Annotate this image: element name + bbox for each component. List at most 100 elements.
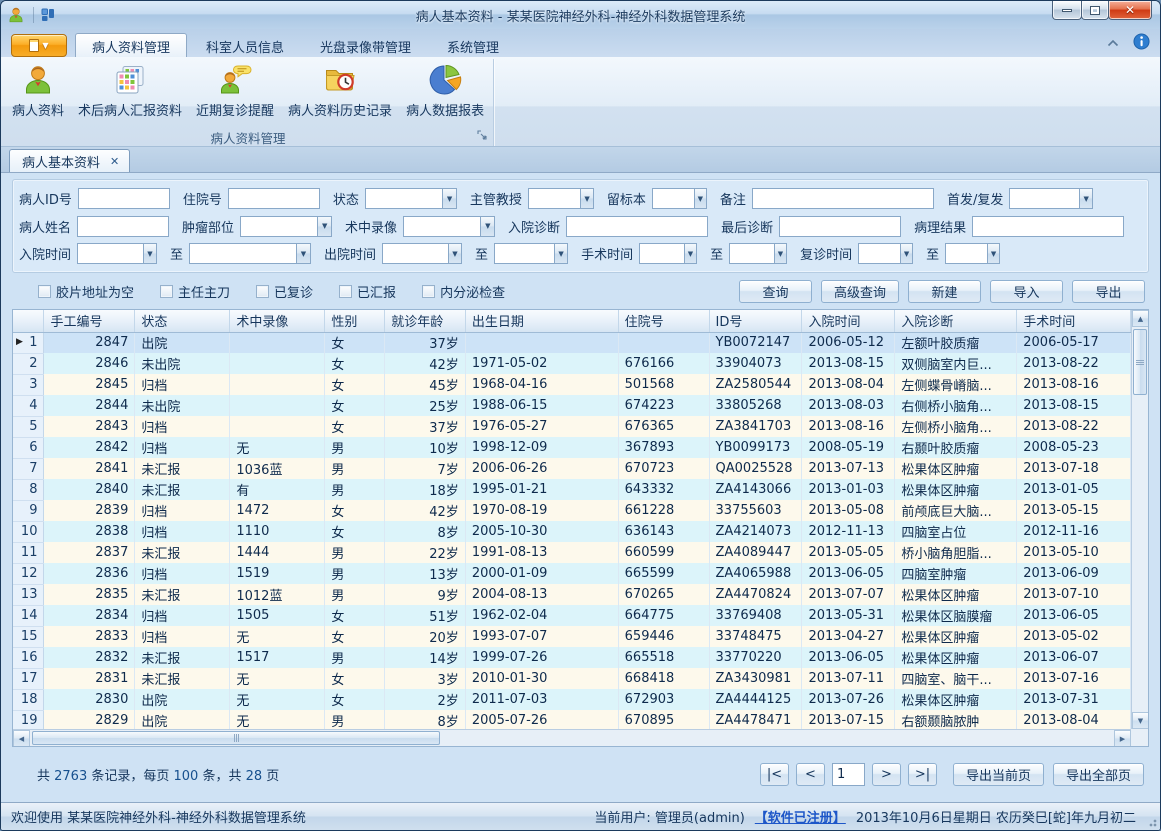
tumor-site-combobox[interactable]: ▼ bbox=[240, 216, 332, 237]
table-row[interactable]: 102838归档1110女8岁2005-10-30636143ZA4214073… bbox=[13, 521, 1131, 542]
table-row[interactable]: 122836归档1519男13岁2000-01-09665599ZA406598… bbox=[13, 563, 1131, 584]
chevron-down-icon[interactable]: ▼ bbox=[1079, 189, 1092, 208]
final-diagnosis-input[interactable] bbox=[779, 216, 901, 237]
chevron-down-icon[interactable]: ▼ bbox=[317, 217, 331, 236]
export-button[interactable]: 导出 bbox=[1072, 280, 1145, 303]
ribbon-tab-3[interactable]: 系统管理 bbox=[430, 33, 516, 57]
column-header-age-at-visit[interactable]: 就诊年龄 bbox=[385, 310, 466, 332]
chief-professor-combobox[interactable]: ▼ bbox=[528, 188, 594, 209]
patient-name-input[interactable] bbox=[77, 216, 169, 237]
surgery-date-to-combobox[interactable]: ▼ bbox=[729, 243, 787, 264]
tab-patient-basic-info[interactable]: 病人基本资料 ✕ bbox=[9, 149, 130, 172]
ribbon-tab-1[interactable]: 科室人员信息 bbox=[189, 33, 301, 57]
director-surgeon-checkbox[interactable]: 主任主刀 bbox=[160, 282, 230, 301]
patient-id-input[interactable] bbox=[78, 188, 170, 209]
admission-date-to-value[interactable] bbox=[190, 244, 296, 263]
film-address-empty-checkbox[interactable]: 胶片地址为空 bbox=[38, 282, 134, 301]
column-header-birth-date[interactable]: 出生日期 bbox=[465, 310, 618, 332]
horizontal-scrollbar[interactable]: ◀ ▶ bbox=[13, 729, 1131, 746]
export-all-pages-button[interactable]: 导出全部页 bbox=[1053, 763, 1144, 786]
info-icon[interactable] bbox=[1133, 33, 1150, 54]
table-row[interactable]: 182830出院无女2岁2011-07-03672903ZA4444125201… bbox=[13, 689, 1131, 710]
revisited-checkbox[interactable]: 已复诊 bbox=[256, 282, 313, 301]
chevron-down-icon[interactable]: ▼ bbox=[442, 189, 456, 208]
patient-id-value[interactable] bbox=[79, 189, 169, 208]
surgery-date-from-value[interactable] bbox=[640, 244, 684, 263]
maximize-button[interactable] bbox=[1081, 1, 1109, 20]
remark-value[interactable] bbox=[753, 189, 933, 208]
horizontal-scroll-track[interactable] bbox=[30, 730, 1114, 746]
column-header-status[interactable]: 状态 bbox=[135, 310, 230, 332]
table-row[interactable]: 82840未汇报有男18岁1995-01-21643332ZA414306620… bbox=[13, 479, 1131, 500]
chevron-down-icon[interactable]: ▼ bbox=[296, 244, 310, 263]
last-page-button[interactable]: >| bbox=[908, 763, 937, 786]
chevron-down-icon[interactable]: ▼ bbox=[694, 189, 706, 208]
ribbon-button-postop-report-data[interactable]: 术后病人汇报资料 bbox=[71, 59, 189, 128]
column-header-gender[interactable]: 性别 bbox=[325, 310, 385, 332]
table-row[interactable]: 62842归档无男10岁1998-12-09367893YB0099173200… bbox=[13, 437, 1131, 458]
page-number-input[interactable] bbox=[832, 763, 865, 786]
admission-diagnosis-input[interactable] bbox=[566, 216, 708, 237]
admission-number-value[interactable] bbox=[229, 189, 319, 208]
scroll-up-icon[interactable]: ▲ bbox=[1132, 310, 1149, 327]
chevron-down-icon[interactable]: ▼ bbox=[143, 244, 156, 263]
table-row[interactable]: 112837未汇报1444男22岁1991-08-13660599ZA40894… bbox=[13, 542, 1131, 563]
advanced-query-button[interactable]: 高级查询 bbox=[821, 280, 899, 303]
admission-date-from-value[interactable] bbox=[78, 244, 143, 263]
column-header-surgery-video[interactable]: 术中录像 bbox=[230, 310, 325, 332]
specimen-kept-value[interactable] bbox=[653, 189, 694, 208]
application-menu-button[interactable]: ▼ bbox=[11, 34, 67, 57]
surgery-video-combobox[interactable]: ▼ bbox=[403, 216, 495, 237]
vertical-scroll-track[interactable] bbox=[1132, 327, 1148, 712]
table-row[interactable]: 152833归档无女20岁1993-07-0765944633748475201… bbox=[13, 626, 1131, 647]
chevron-down-icon[interactable]: ▼ bbox=[900, 244, 912, 263]
table-row[interactable]: 52843归档女37岁1976-05-27676365ZA38417032013… bbox=[13, 416, 1131, 437]
ribbon-button-patient-data[interactable]: 病人资料 bbox=[5, 59, 71, 128]
patient-name-value[interactable] bbox=[78, 217, 168, 236]
table-row[interactable]: 92839归档1472女42岁1970-08-19661228337556032… bbox=[13, 500, 1131, 521]
table-row[interactable]: 142834归档1505女51岁1962-02-0466477533769408… bbox=[13, 605, 1131, 626]
first-or-relapse-value[interactable] bbox=[1010, 189, 1079, 208]
status-combobox[interactable]: ▼ bbox=[365, 188, 457, 209]
table-row[interactable]: 72841未汇报1036蓝男7岁2006-06-26670723QA002552… bbox=[13, 458, 1131, 479]
remark-input[interactable] bbox=[752, 188, 934, 209]
ribbon-button-patient-history-log[interactable]: 病人资料历史记录 bbox=[281, 59, 399, 128]
revisit-date-from-value[interactable] bbox=[859, 244, 900, 263]
app-window-icon[interactable] bbox=[7, 6, 25, 24]
first-page-button[interactable]: |< bbox=[760, 763, 789, 786]
surgery-date-to-value[interactable] bbox=[730, 244, 774, 263]
revisit-date-to-value[interactable] bbox=[946, 244, 987, 263]
chevron-down-icon[interactable]: ▼ bbox=[480, 217, 494, 236]
vertical-scroll-thumb[interactable] bbox=[1133, 329, 1147, 395]
chevron-up-icon[interactable] bbox=[1107, 36, 1119, 51]
table-row[interactable]: 162832未汇报1517男14岁1999-07-266655183377022… bbox=[13, 647, 1131, 668]
column-header-row-number[interactable] bbox=[13, 310, 44, 332]
vertical-scrollbar[interactable]: ▲ ▼ bbox=[1131, 310, 1148, 729]
chevron-down-icon[interactable]: ▼ bbox=[554, 244, 567, 263]
new-button[interactable]: 新建 bbox=[908, 280, 981, 303]
chevron-down-icon[interactable]: ▼ bbox=[987, 244, 999, 263]
table-row[interactable]: 32845归档女45岁1968-04-16501568ZA25805442013… bbox=[13, 374, 1131, 395]
scroll-right-icon[interactable]: ▶ bbox=[1114, 730, 1131, 747]
prev-page-button[interactable]: < bbox=[796, 763, 825, 786]
column-header-id-number[interactable]: ID号 bbox=[709, 310, 802, 332]
discharge-date-from-value[interactable] bbox=[383, 244, 448, 263]
export-current-page-button[interactable]: 导出当前页 bbox=[953, 763, 1044, 786]
admission-date-to-combobox[interactable]: ▼ bbox=[189, 243, 311, 264]
chevron-down-icon[interactable]: ▼ bbox=[448, 244, 461, 263]
close-button[interactable]: ✕ bbox=[1108, 1, 1152, 20]
discharge-date-to-value[interactable] bbox=[495, 244, 554, 263]
pathology-result-input[interactable] bbox=[972, 216, 1124, 237]
ribbon-tab-2[interactable]: 光盘录像带管理 bbox=[303, 33, 428, 57]
column-header-manual-number[interactable]: 手工编号 bbox=[44, 310, 135, 332]
specimen-kept-combobox[interactable]: ▼ bbox=[652, 188, 707, 209]
column-header-admission-date[interactable]: 入院时间 bbox=[802, 310, 895, 332]
horizontal-scroll-thumb[interactable] bbox=[32, 731, 440, 745]
surgery-video-value[interactable] bbox=[404, 217, 480, 236]
scroll-down-icon[interactable]: ▼ bbox=[1132, 712, 1149, 729]
revisit-date-to-combobox[interactable]: ▼ bbox=[945, 243, 1000, 264]
software-registered-link[interactable]: 【软件已注册】 bbox=[755, 807, 846, 826]
next-page-button[interactable]: > bbox=[872, 763, 901, 786]
surgery-date-from-combobox[interactable]: ▼ bbox=[639, 243, 697, 264]
admission-number-input[interactable] bbox=[228, 188, 320, 209]
